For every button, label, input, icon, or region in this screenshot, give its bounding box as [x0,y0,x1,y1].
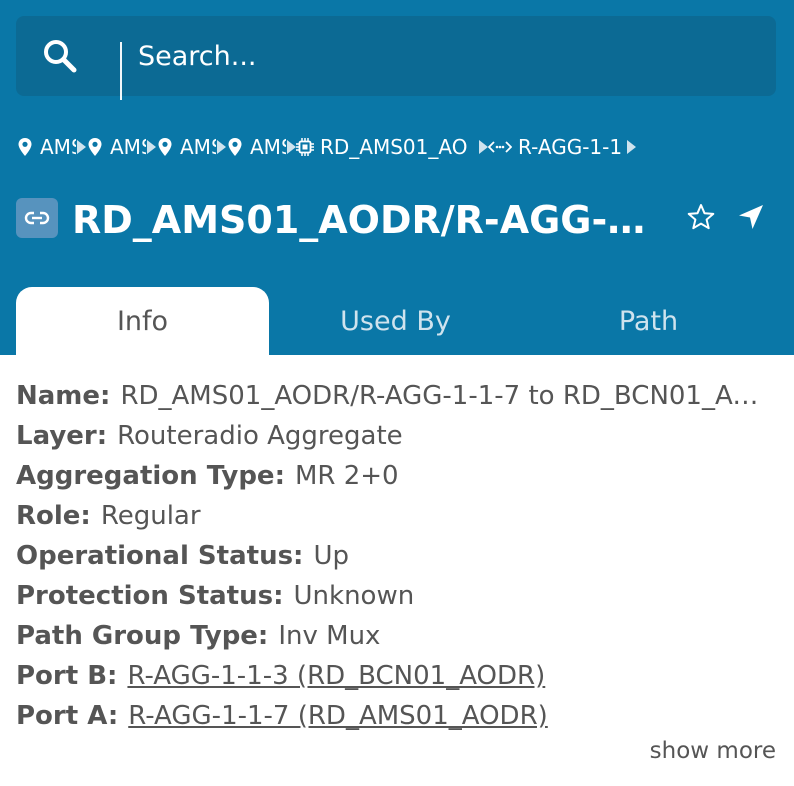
field-label: Port A: [16,701,119,731]
field-label: Layer: [16,421,108,451]
chevron-right-icon [216,135,226,159]
location-pin-icon [16,137,34,157]
chevron-right-icon [146,135,156,159]
info-row-operational-status: Operational Status: Up [16,536,776,576]
search-divider [120,42,122,100]
info-row-role: Role: Regular [16,496,776,536]
breadcrumb: AMS01_AODR AMS01_AODR AMS01_AODR AMS01_A… [16,132,636,162]
field-value: MR 2+0 [294,461,399,491]
page-title: RD_AMS01_AODR/R-AGG-1-1-7 to RD_BCN01_AO… [72,198,652,242]
info-row-protection-status: Protection Status: Unknown [16,576,776,616]
port-a-link[interactable]: R-AGG-1-1-7 (RD_AMS01_AODR) [128,701,548,731]
breadcrumb-item-4[interactable]: AMS01_AODR [226,135,286,159]
field-label: Operational Status: [16,541,304,571]
location-pin-icon [226,137,244,157]
location-pin-icon [86,137,104,157]
breadcrumb-item-6[interactable]: R-AGG-1-1 [488,135,626,159]
info-row-path-group-type: Path Group Type: Inv Mux [16,616,776,656]
search-bar[interactable] [16,16,776,100]
breadcrumb-item-2[interactable]: AMS01_AODR [86,135,146,159]
info-row-port-a: Port A: R-AGG-1-1-7 (RD_AMS01_AODR) [16,696,776,736]
star-icon[interactable] [686,202,716,232]
info-panel: Name: RD_AMS01_AODR/R-AGG-1-1-7 to RD_BCN… [16,376,776,736]
info-row-aggregation-type: Aggregation Type: MR 2+0 [16,456,776,496]
field-value: Routeradio Aggregate [117,421,403,451]
tab-path[interactable]: Path [522,287,775,355]
port-b-link[interactable]: R-AGG-1-1-3 (RD_BCN01_AODR) [127,661,545,691]
chevron-right-icon [626,135,636,159]
header: AMS01_AODR AMS01_AODR AMS01_AODR AMS01_A… [0,0,794,355]
tab-info[interactable]: Info [16,287,269,355]
navigate-icon[interactable] [736,202,766,232]
info-row-port-b: Port B: R-AGG-1-1-3 (RD_BCN01_AODR) [16,656,776,696]
field-label: Protection Status: [16,581,284,611]
field-label: Name: [16,381,111,411]
search-icon[interactable] [42,38,78,74]
field-value: Unknown [293,581,415,611]
breadcrumb-item-1[interactable]: AMS01_AODR [16,135,76,159]
field-value: RD_AMS01_AODR/R-AGG-1-1-7 to RD_BCN01_AO… [120,381,776,411]
field-label: Role: [16,501,91,531]
field-value: Up [313,541,349,571]
link-arrows-icon [488,137,512,157]
chip-icon [296,137,314,157]
chevron-right-icon [76,135,86,159]
show-more-link[interactable]: show more [640,738,776,764]
field-label: Port B: [16,661,118,691]
location-pin-icon [156,137,174,157]
tab-used-by[interactable]: Used By [269,287,522,355]
breadcrumb-item-5[interactable]: RD_AMS01_AO [296,135,478,159]
field-label: Path Group Type: [16,621,269,651]
chevron-right-icon [478,135,488,159]
chevron-right-icon [286,135,296,159]
title-bar: RD_AMS01_AODR/R-AGG-1-1-7 to RD_BCN01_AO… [16,192,776,248]
tab-bar: Info Used By Path [16,287,776,355]
info-row-name: Name: RD_AMS01_AODR/R-AGG-1-1-7 to RD_BCN… [16,376,776,416]
field-label: Aggregation Type: [16,461,285,491]
field-value: Inv Mux [278,621,381,651]
link-icon [16,198,58,238]
field-value: Regular [100,501,201,531]
breadcrumb-item-3[interactable]: AMS01_AODR [156,135,216,159]
info-row-layer: Layer: Routeradio Aggregate [16,416,776,456]
search-input[interactable] [138,36,738,76]
